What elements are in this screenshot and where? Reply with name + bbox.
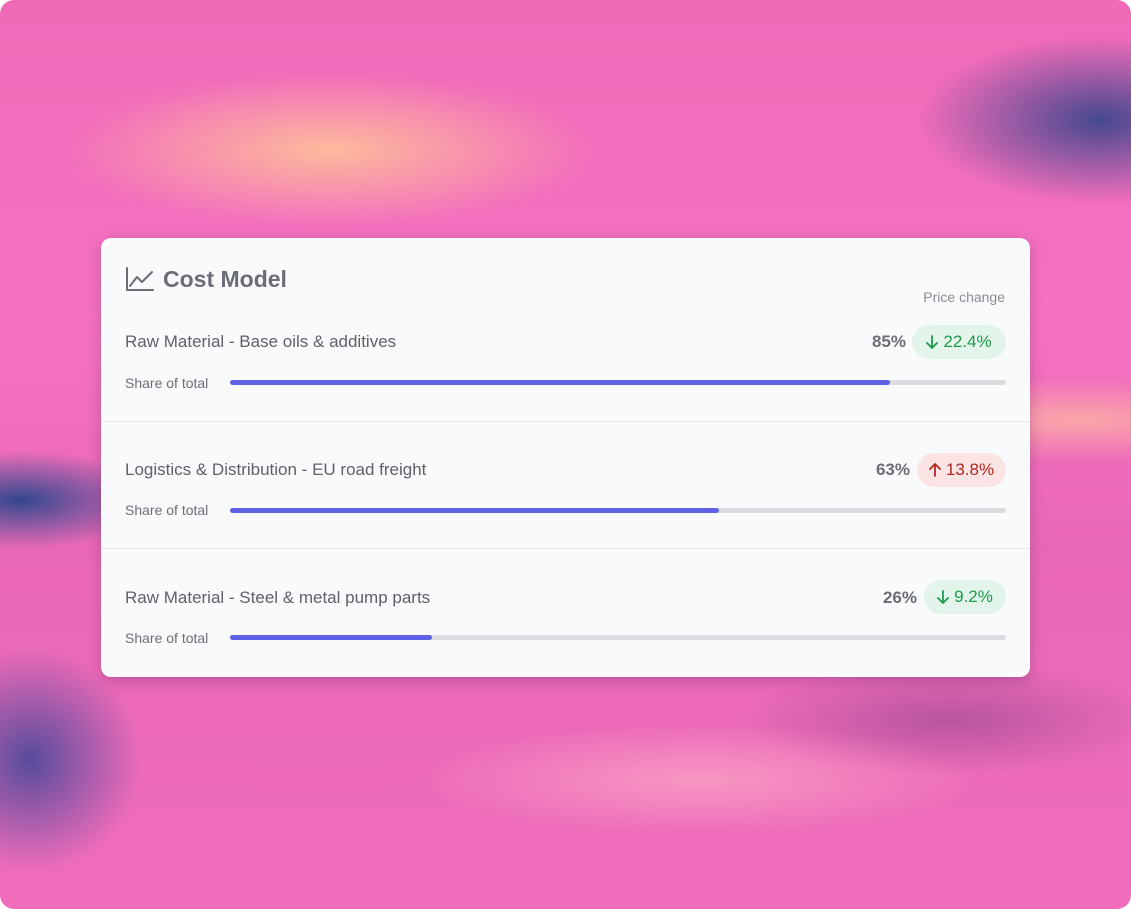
cost-model-card: Cost Model Price change Raw Material - B…	[101, 238, 1030, 677]
share-of-total-label: Share of total	[125, 630, 209, 646]
card-title: Cost Model	[163, 265, 287, 292]
arrow-up-icon	[928, 463, 941, 477]
share-of-total-label: Share of total	[125, 502, 209, 518]
price-change-value: 9.2%	[954, 587, 993, 606]
share-of-total-label: Share of total	[125, 375, 209, 391]
price-change-value: 13.8%	[945, 460, 995, 479]
price-change-badge: 9.2%	[924, 580, 1006, 614]
cost-row-label: Logistics & Distribution - EU road freig…	[125, 460, 427, 479]
share-progress-fill	[230, 508, 719, 513]
share-progress-track	[230, 508, 1006, 513]
share-percentage: 63%	[875, 460, 910, 479]
arrow-down-icon	[937, 590, 950, 604]
price-change-header: Price change	[923, 289, 1005, 305]
cost-row-label: Raw Material - Base oils & additives	[125, 332, 397, 351]
share-percentage: 85%	[871, 332, 906, 351]
share-progress-fill	[230, 635, 432, 640]
card-header: Cost Model	[125, 264, 287, 294]
share-percentage: 26%	[882, 588, 917, 607]
share-progress-fill	[230, 380, 890, 385]
price-change-badge: 13.8%	[917, 453, 1006, 487]
arrow-down-icon	[926, 335, 939, 349]
cost-row-label: Raw Material - Steel & metal pump parts	[125, 588, 431, 607]
row-divider	[101, 421, 1030, 422]
row-divider	[101, 548, 1030, 549]
price-change-value: 22.4%	[943, 332, 992, 351]
price-change-badge: 22.4%	[912, 325, 1006, 359]
share-progress-track	[230, 380, 1006, 385]
line-chart-icon	[126, 267, 154, 291]
share-progress-track	[230, 635, 1006, 640]
